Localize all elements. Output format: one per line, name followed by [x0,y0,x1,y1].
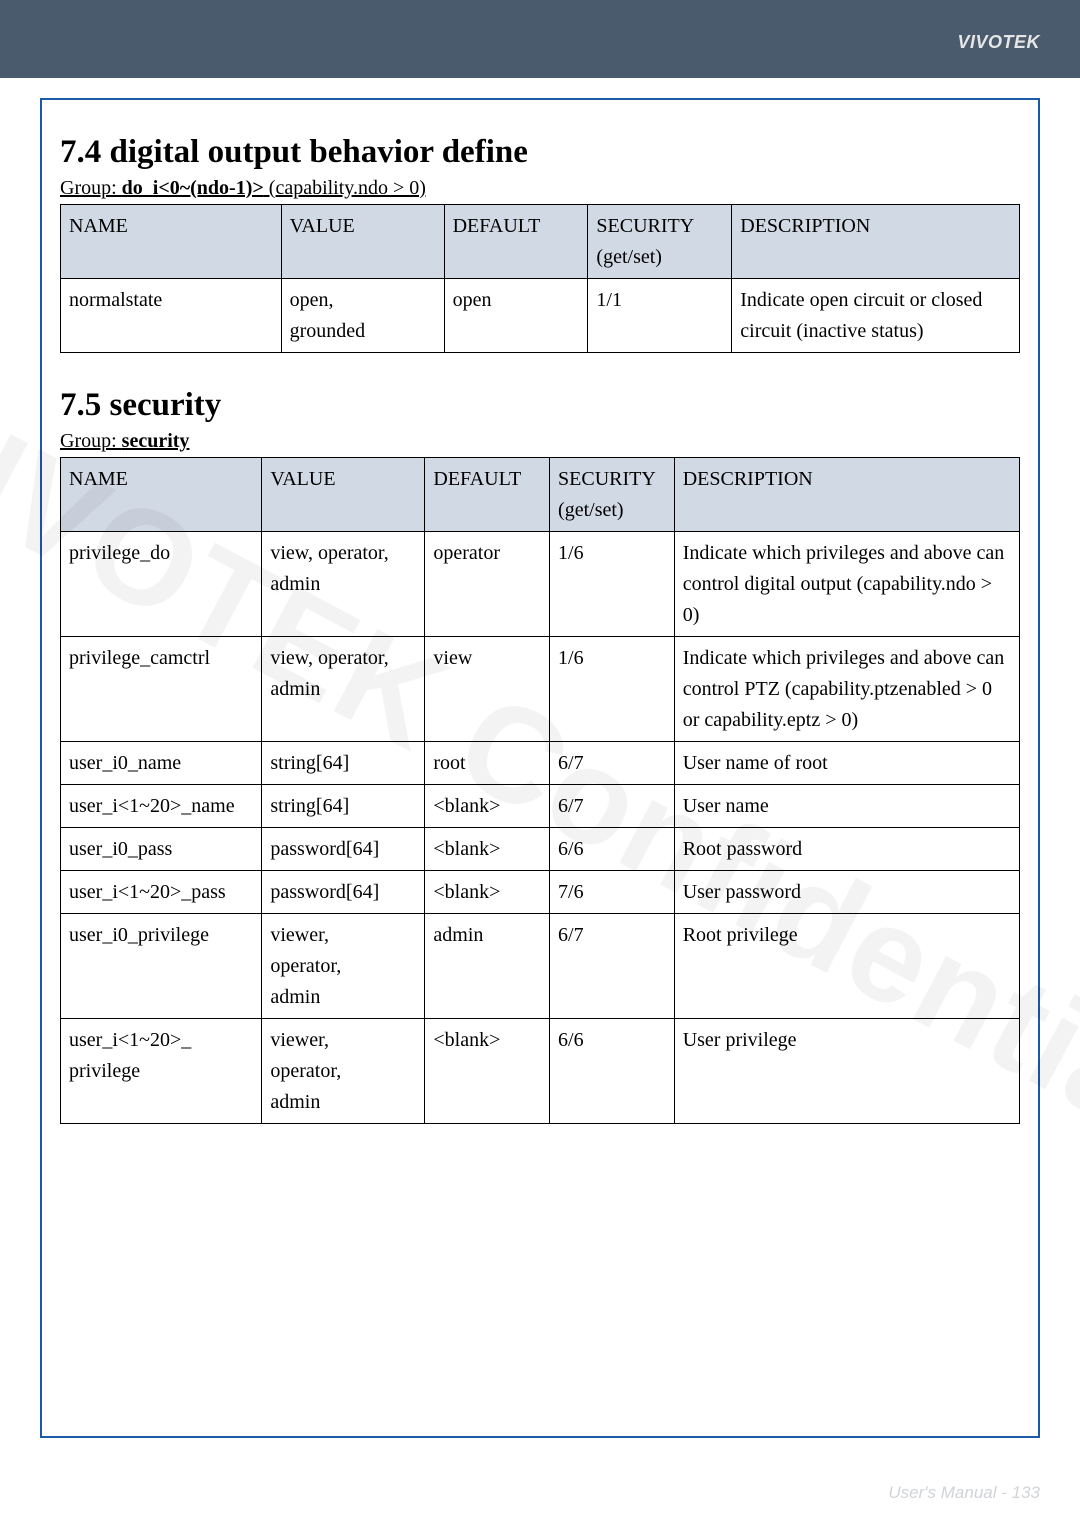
table-row: normalstate open,grounded open 1/1 Indic… [61,279,1020,353]
cell-default: root [425,742,550,785]
brand-label: VIVOTEK [957,32,1040,53]
table-row: user_i0_pass password[64] <blank> 6/6 Ro… [61,828,1020,871]
cell-default: <blank> [425,1019,550,1124]
cell-name: normalstate [61,279,282,353]
cell-description: User name [674,785,1019,828]
cell-description: Root privilege [674,914,1019,1019]
table-header-row: NAME VALUE DEFAULT SECURITY (get/set) DE… [61,205,1020,279]
table-security: NAME VALUE DEFAULT SECURITY (get/set) DE… [60,457,1020,1124]
cell-value: viewer,operator,admin [262,914,425,1019]
page-footer: User's Manual - 133 [888,1483,1040,1503]
col-security-main: SECURITY [558,468,656,490]
cell-description: Root password [674,828,1019,871]
table-row: user_i<1~20>_pass password[64] <blank> 7… [61,871,1020,914]
cell-value: view, operator, admin [262,532,425,637]
cell-security: 7/6 [550,871,675,914]
table-row: privilege_camctrl view, operator, admin … [61,637,1020,742]
table-row: user_i<1~20>_name string[64] <blank> 6/7… [61,785,1020,828]
cell-value: string[64] [262,785,425,828]
cell-security: 1/1 [588,279,732,353]
group-suffix: (capability.ndo > 0) [264,177,426,199]
table-row: user_i0_name string[64] root 6/7 User na… [61,742,1020,785]
cell-default: open [444,279,588,353]
table-header-row: NAME VALUE DEFAULT SECURITY (get/set) DE… [61,458,1020,532]
cell-name: user_i<1~20>_pass [61,871,262,914]
table-row: privilege_do view, operator, admin opera… [61,532,1020,637]
col-description: DESCRIPTION [732,205,1020,279]
group-name: do_i<0~(ndo-1)> [122,177,264,199]
cell-security: 1/6 [550,532,675,637]
group-prefix: Group: [60,177,122,199]
cell-security: 6/6 [550,828,675,871]
cell-name: user_i0_name [61,742,262,785]
cell-default: view [425,637,550,742]
col-security: SECURITY (get/set) [588,205,732,279]
group-name: security [122,430,190,452]
col-security-sub: (get/set) [558,495,666,526]
cell-default: <blank> [425,871,550,914]
col-default: DEFAULT [444,205,588,279]
cell-default: operator [425,532,550,637]
cell-name: user_i0_pass [61,828,262,871]
section-7-5-group: Group: security [60,430,1020,453]
cell-value: password[64] [262,828,425,871]
col-security: SECURITY (get/set) [550,458,675,532]
col-security-main: SECURITY [596,215,694,237]
cell-security: 6/7 [550,785,675,828]
col-description: DESCRIPTION [674,458,1019,532]
group-prefix: Group: [60,430,122,452]
cell-description: Indicate which privileges and above can … [674,532,1019,637]
cell-value: viewer,operator,admin [262,1019,425,1124]
cell-description: Indicate which privileges and above can … [674,637,1019,742]
cell-name: privilege_camctrl [61,637,262,742]
cell-security: 6/7 [550,742,675,785]
cell-value: string[64] [262,742,425,785]
cell-name: user_i<1~20>_name [61,785,262,828]
cell-default: <blank> [425,785,550,828]
cell-value: password[64] [262,871,425,914]
cell-security: 1/6 [550,637,675,742]
cell-default: <blank> [425,828,550,871]
section-7-4-group: Group: do_i<0~(ndo-1)> (capability.ndo >… [60,177,1020,200]
col-name: NAME [61,205,282,279]
cell-security: 6/7 [550,914,675,1019]
cell-default: admin [425,914,550,1019]
cell-value: open,grounded [281,279,444,353]
cell-name: privilege_do [61,532,262,637]
cell-description: User name of root [674,742,1019,785]
table-row: user_i0_privilege viewer,operator,admin … [61,914,1020,1019]
cell-security: 6/6 [550,1019,675,1124]
section-7-4-heading: 7.4 digital output behavior define [60,134,1020,171]
col-value: VALUE [281,205,444,279]
col-security-sub: (get/set) [596,242,723,273]
col-value: VALUE [262,458,425,532]
cell-name: user_i<1~20>_privilege [61,1019,262,1124]
cell-description: User privilege [674,1019,1019,1124]
page-frame: VIVOTEK Confidential 7.4 digital output … [40,98,1040,1438]
cell-description: User password [674,871,1019,914]
section-7-5-heading: 7.5 security [60,387,1020,424]
col-name: NAME [61,458,262,532]
cell-value: view, operator, admin [262,637,425,742]
col-default: DEFAULT [425,458,550,532]
cell-description: Indicate open circuit or closed circuit … [732,279,1020,353]
table-digital-output: NAME VALUE DEFAULT SECURITY (get/set) DE… [60,204,1020,353]
cell-name: user_i0_privilege [61,914,262,1019]
table-row: user_i<1~20>_privilege viewer,operator,a… [61,1019,1020,1124]
header-band: VIVOTEK [0,0,1080,78]
